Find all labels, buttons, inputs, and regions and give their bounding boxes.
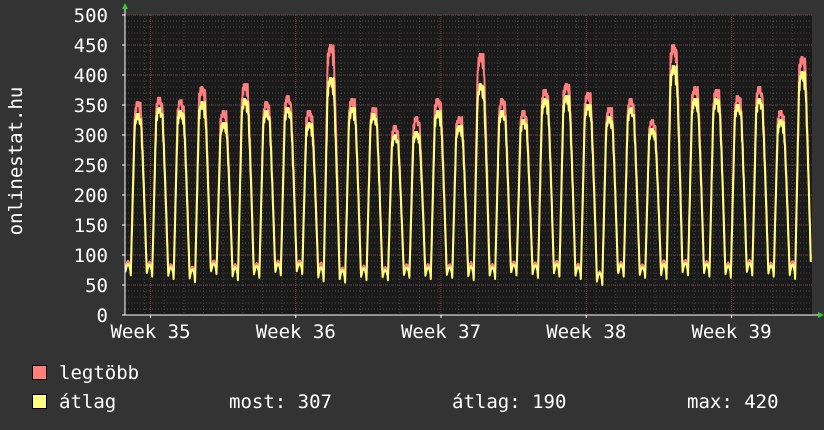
x-tick-label: Week 39 — [691, 321, 771, 343]
legend-swatch-legtobb — [32, 365, 47, 380]
y-tick-label: 100 — [74, 245, 108, 267]
legend-swatch-atlag — [32, 394, 47, 409]
x-tick-label: Week 38 — [546, 321, 626, 343]
legend-item-atlag: átlag — [32, 391, 116, 413]
y-tick-label: 50 — [85, 275, 108, 297]
stat-most: most: 307 — [229, 391, 332, 413]
stat-max: max: 420 — [687, 391, 779, 413]
stat-atlag: átlag: 190 — [452, 391, 567, 413]
legend-label-atlag: átlag — [59, 391, 117, 413]
y-tick-label: 250 — [74, 155, 108, 177]
legend-label-legtobb: legtöbb — [59, 362, 140, 384]
y-tick-label: 400 — [74, 65, 108, 87]
x-tick-label: Week 35 — [110, 321, 190, 343]
y-tick-label: 300 — [74, 125, 108, 147]
vertical-axis-label: onlinestat.hu — [5, 86, 27, 236]
y-tick-label: 500 — [74, 5, 108, 27]
y-tick-label: 150 — [74, 215, 108, 237]
y-tick-label: 350 — [74, 95, 108, 117]
y-tick-label: 200 — [74, 185, 108, 207]
y-axis-arrow — [122, 3, 128, 9]
x-tick-label: Week 36 — [256, 321, 336, 343]
x-axis-arrow — [818, 312, 824, 318]
y-tick-label: 450 — [74, 35, 108, 57]
y-tick-label: 0 — [97, 305, 108, 327]
x-tick-label: Week 37 — [401, 321, 481, 343]
legend-item-legtobb: legtöbb — [32, 362, 139, 384]
